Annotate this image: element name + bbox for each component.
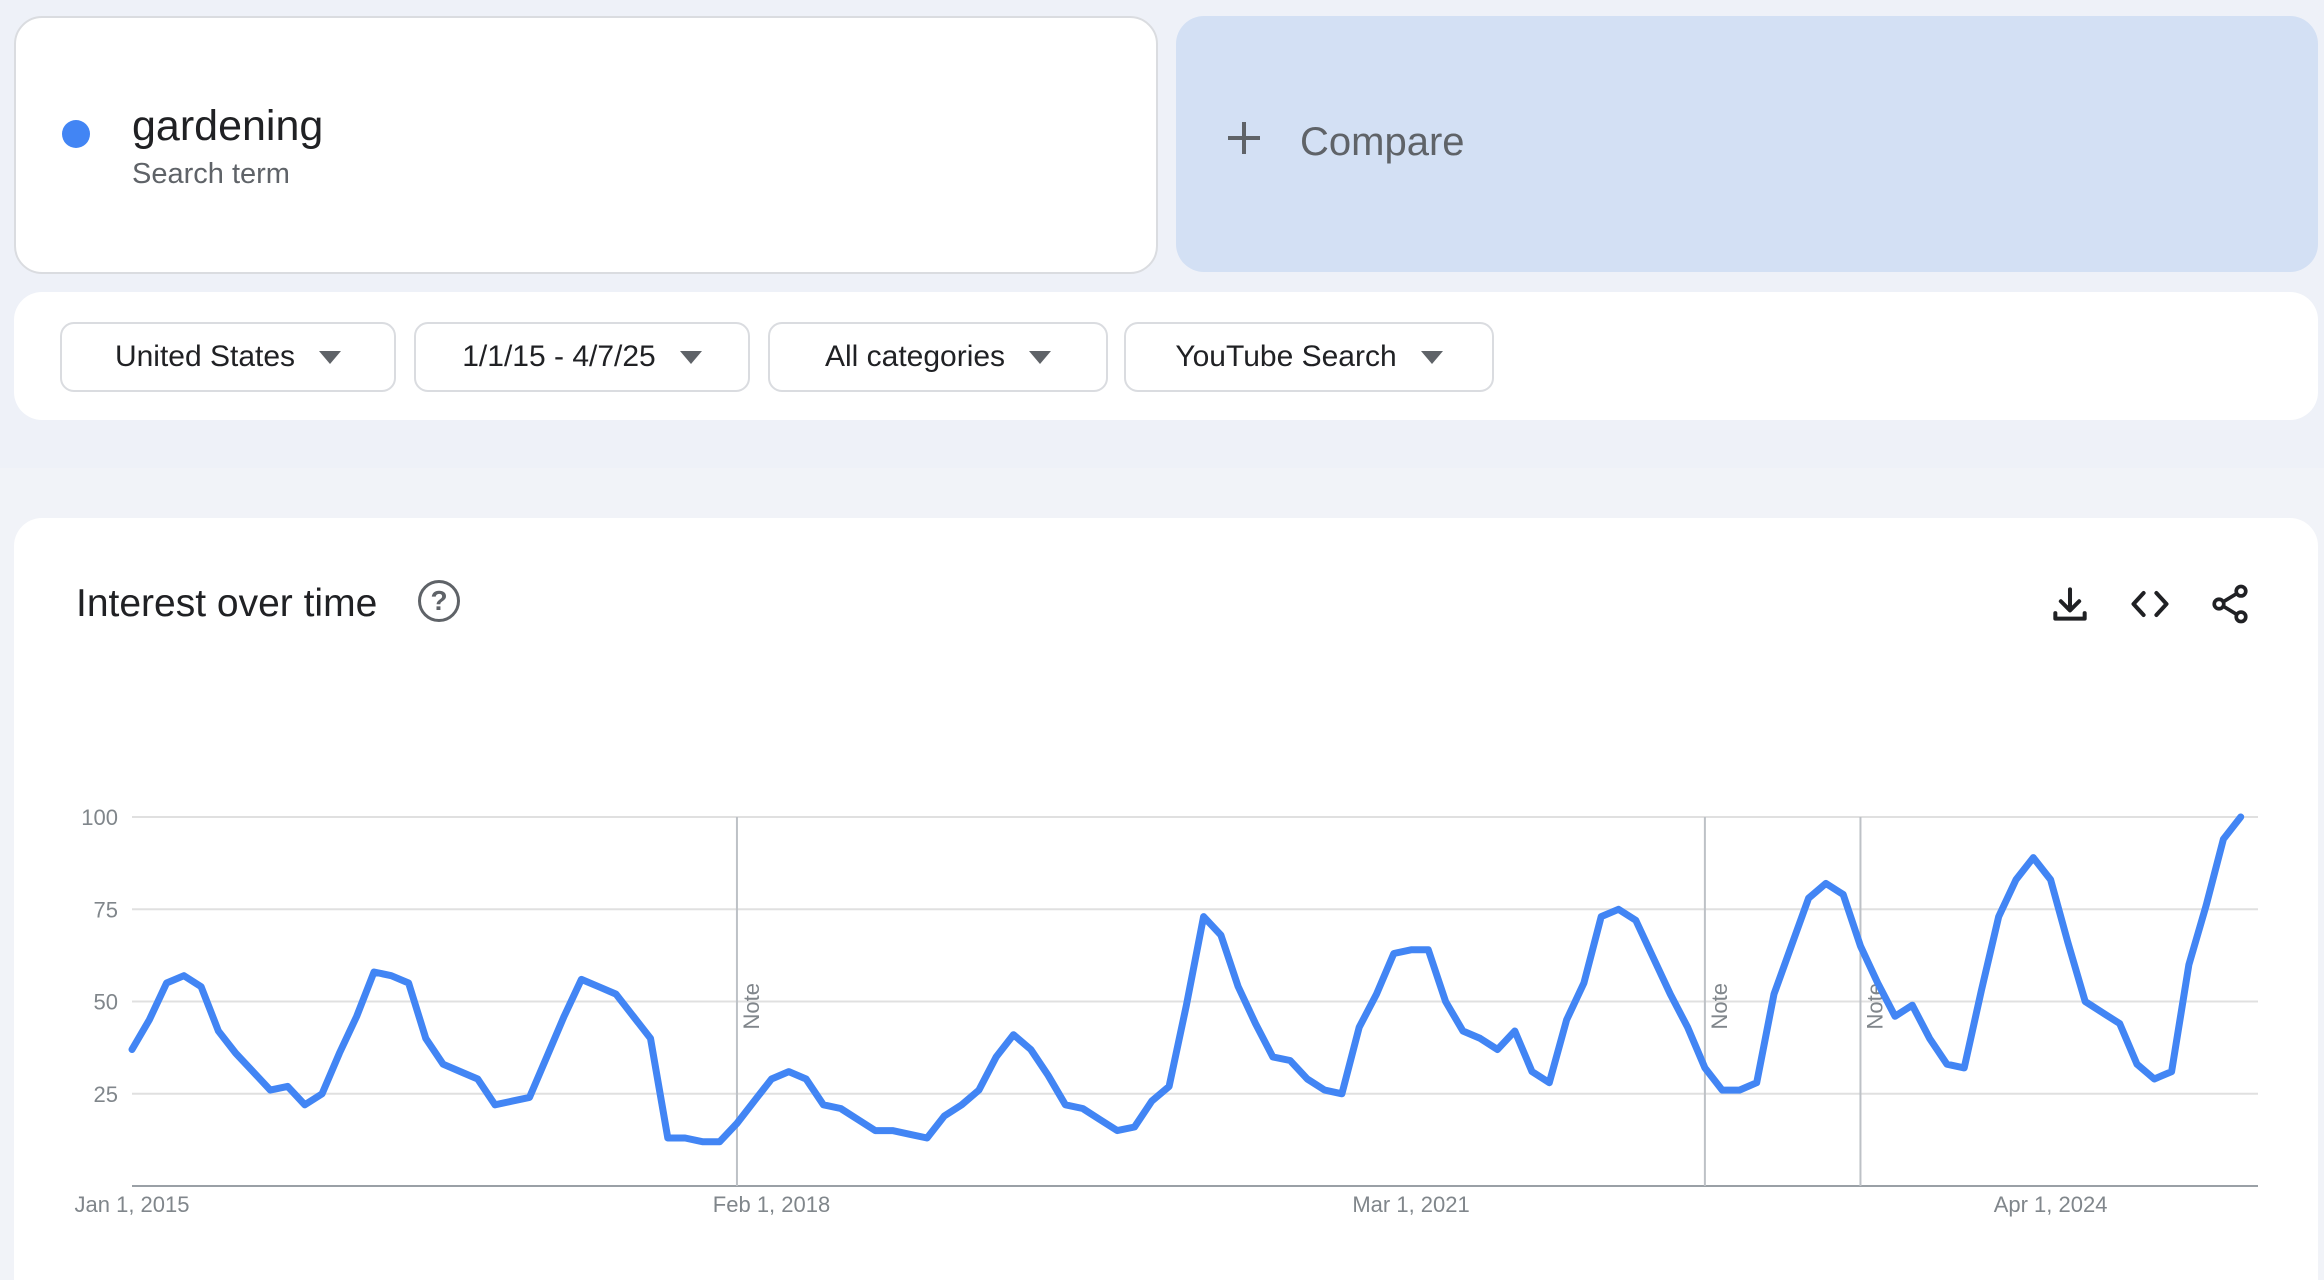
compare-button[interactable]: Compare	[1176, 16, 2318, 272]
search-term-name[interactable]: gardening	[132, 102, 323, 151]
y-tick-label: 25	[94, 1082, 118, 1107]
y-tick-label: 75	[94, 897, 118, 922]
search-term-card[interactable]: gardening Search term	[14, 16, 1158, 274]
filter-bar: United States 1/1/15 - 4/7/25 All catego…	[14, 292, 2318, 420]
date-range-label: 1/1/15 - 4/7/25	[462, 340, 656, 373]
y-tick-label: 50	[94, 990, 118, 1015]
x-tick-label: Apr 1, 2024	[1994, 1192, 2108, 1217]
note-label[interactable]: Note	[739, 983, 764, 1029]
region-label: United States	[114, 340, 296, 373]
region-dropdown[interactable]: United States	[60, 322, 396, 392]
property-dropdown[interactable]: YouTube Search	[1124, 322, 1494, 392]
chevron-down-icon	[679, 350, 702, 364]
compare-label: Compare	[1300, 120, 1465, 164]
search-term-type: Search term	[132, 158, 290, 190]
note-label[interactable]: Note	[1707, 983, 1732, 1029]
x-tick-label: Jan 1, 2015	[75, 1192, 190, 1217]
line-chart: 255075100 Note Note Note Jan 1, 2015 Feb 1,…	[75, 805, 2258, 1217]
chevron-down-icon	[319, 350, 342, 364]
series-color-dot	[62, 120, 90, 148]
category-label: All categories	[824, 340, 1006, 373]
category-dropdown[interactable]: All categories	[768, 322, 1108, 392]
y-tick-label: 100	[81, 805, 118, 830]
x-tick-label: Feb 1, 2018	[713, 1192, 830, 1217]
interest-over-time-card: Interest over time ? 25 50 75 100 Note Note N…	[14, 518, 2318, 1280]
plus-icon	[1228, 122, 1260, 154]
property-label: YouTube Search	[1175, 340, 1397, 373]
x-tick-label: Mar 1, 2021	[1352, 1192, 1469, 1217]
chevron-down-icon	[1029, 350, 1052, 364]
date-range-dropdown[interactable]: 1/1/15 - 4/7/25	[414, 322, 750, 392]
chevron-down-icon	[1420, 350, 1443, 364]
